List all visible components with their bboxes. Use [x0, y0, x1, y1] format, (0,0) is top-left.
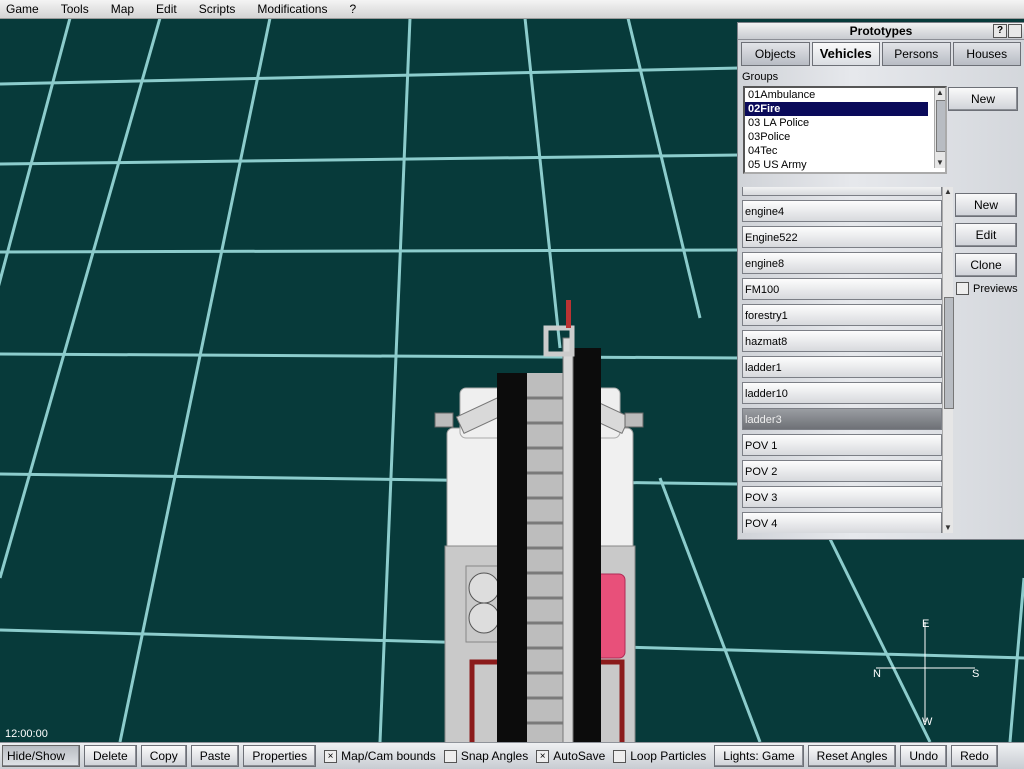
close-button[interactable] [1008, 24, 1022, 38]
lights-button[interactable]: Lights: Game [714, 745, 804, 767]
paste-button[interactable]: Paste [190, 745, 240, 767]
fire-truck-model[interactable]: 451 [434, 300, 644, 742]
menu-scripts[interactable]: Scripts [193, 0, 242, 18]
autosave-checkbox[interactable]: × AutoSave [536, 749, 605, 763]
checkbox-icon[interactable] [956, 282, 969, 295]
checkbox-checked-icon[interactable]: × [324, 749, 338, 763]
scroll-up-icon[interactable]: ▲ [935, 88, 945, 98]
group-item[interactable]: 05 US Army [745, 158, 928, 172]
tab-objects[interactable]: Objects [741, 42, 810, 66]
snap-angles-checkbox[interactable]: Snap Angles [443, 749, 529, 763]
group-item[interactable]: 04Tec [745, 144, 928, 158]
groups-scrollbar[interactable]: ▲ ▼ [934, 88, 945, 168]
compass-south-label: S [972, 668, 980, 680]
list-item[interactable]: engine4 [742, 200, 942, 222]
delete-button[interactable]: Delete [84, 745, 137, 767]
list-item[interactable]: FM100 [742, 278, 942, 300]
scroll-up-icon[interactable]: ▲ [943, 187, 953, 197]
clone-button[interactable]: Clone [955, 253, 1017, 277]
redo-button[interactable]: Redo [951, 745, 998, 767]
help-button[interactable]: ? [993, 24, 1007, 38]
group-item-selected[interactable]: 02Fire [745, 102, 928, 116]
group-item[interactable]: 03 LA Police [745, 116, 928, 130]
groups-list[interactable]: 01Ambulance 02Fire 03 LA Police 03Police… [743, 86, 947, 174]
list-item[interactable]: POV 2 [742, 460, 942, 482]
snap-angles-label: Snap Angles [460, 749, 529, 763]
scroll-down-icon[interactable]: ▼ [935, 158, 945, 168]
compass-west-label: W [922, 716, 933, 728]
menu-bar: Game Tools Map Edit Scripts Modification… [0, 0, 1024, 19]
menu-modifications[interactable]: Modifications [251, 0, 333, 18]
edit-button[interactable]: Edit [955, 223, 1017, 247]
list-item[interactable]: hazmat8 [742, 330, 942, 352]
new-button[interactable]: New [955, 193, 1017, 217]
reset-angles-button[interactable]: Reset Angles [807, 745, 897, 767]
menu-game[interactable]: Game [0, 0, 45, 18]
list-item[interactable]: POV 1 [742, 434, 942, 456]
group-item[interactable]: 03Police [745, 130, 928, 144]
category-tabs: Objects Vehicles Persons Houses [741, 42, 1021, 66]
autosave-label: AutoSave [553, 749, 606, 763]
list-item[interactable]: engine8 [742, 252, 942, 274]
group-item[interactable]: 01Ambulance [745, 88, 928, 102]
group-new-button[interactable]: New [948, 87, 1018, 111]
list-item[interactable]: Engine522 [742, 226, 942, 248]
scroll-down-icon[interactable]: ▼ [943, 523, 953, 533]
prototype-scrollbar[interactable]: ▲ ▼ [942, 187, 954, 533]
menu-edit[interactable]: Edit [150, 0, 183, 18]
tab-houses[interactable]: Houses [952, 42, 1021, 66]
list-item-partial[interactable] [742, 187, 942, 196]
panel-title-bar[interactable]: Prototypes ? [738, 23, 1024, 40]
menu-map[interactable]: Map [105, 0, 140, 18]
scroll-thumb[interactable] [944, 297, 954, 409]
tab-persons[interactable]: Persons [882, 42, 951, 66]
copy-button[interactable]: Copy [140, 745, 187, 767]
checkbox-checked-icon[interactable]: × [536, 749, 550, 763]
map-cam-bounds-checkbox[interactable]: × Map/Cam bounds [324, 749, 436, 763]
groups-label: Groups [742, 71, 779, 83]
list-item[interactable]: POV 4 [742, 512, 942, 533]
panel-title: Prototypes [849, 24, 913, 38]
compass [876, 622, 975, 722]
list-item[interactable]: ladder10 [742, 382, 942, 404]
list-item[interactable]: ladder1 [742, 356, 942, 378]
list-item[interactable]: POV 3 [742, 486, 942, 508]
scroll-thumb[interactable] [936, 100, 945, 152]
loop-particles-label: Loop Particles [630, 749, 707, 763]
hide-show-button[interactable]: Hide/Show [2, 745, 80, 767]
menu-tools[interactable]: Tools [55, 0, 95, 18]
list-item-selected[interactable]: ladder3 [742, 408, 942, 430]
compass-north-label: N [873, 668, 881, 680]
compass-east-label: E [922, 618, 930, 630]
prototypes-panel: Prototypes ? Objects Vehicles Persons Ho… [737, 22, 1024, 540]
properties-button[interactable]: Properties [243, 745, 317, 767]
game-clock: 12:00:00 [5, 728, 48, 740]
prototype-list[interactable]: engine4 Engine522 engine8 FM100 forestry… [742, 187, 942, 533]
map-cam-bounds-label: Map/Cam bounds [341, 749, 436, 763]
undo-button[interactable]: Undo [900, 745, 948, 767]
bottom-toolbar: Hide/Show Delete Copy Paste Properties ×… [0, 742, 1024, 769]
previews-label: Previews [973, 282, 1018, 295]
list-item[interactable]: forestry1 [742, 304, 942, 326]
checkbox-icon[interactable] [613, 749, 627, 763]
checkbox-icon[interactable] [443, 749, 457, 763]
tab-vehicles[interactable]: Vehicles [811, 42, 880, 66]
menu-help[interactable]: ? [343, 0, 362, 18]
previews-checkbox[interactable]: Previews [956, 282, 1018, 295]
loop-particles-checkbox[interactable]: Loop Particles [613, 749, 706, 763]
